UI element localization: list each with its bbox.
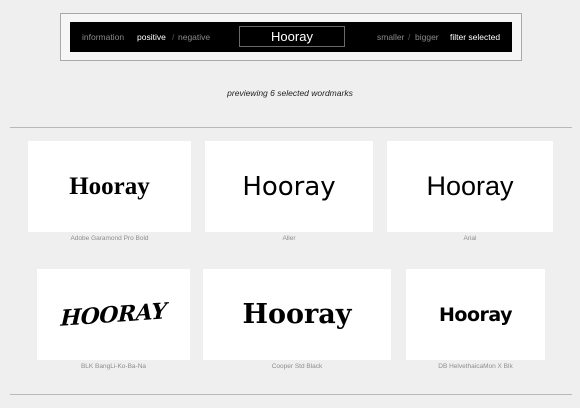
wordmark-sample: Hooray xyxy=(426,171,514,201)
wordmark-font-name: Cooper Std Black xyxy=(271,363,323,370)
wordmark-font-name: Arial xyxy=(463,235,477,242)
wordmark-sample: Hooray xyxy=(242,171,336,202)
bigger-button[interactable]: bigger xyxy=(415,32,439,42)
negative-toggle[interactable]: negative xyxy=(178,32,210,42)
wordmark-font-name: DB HelvethaicaMon X Blk xyxy=(438,363,513,370)
wordmark-font-name: Aller xyxy=(282,235,296,242)
preview-text-input[interactable]: Hooray xyxy=(239,26,345,47)
size-separator: / xyxy=(408,32,411,42)
wordmark-card[interactable]: Hooray xyxy=(387,141,553,232)
preview-toolbar: information positive / negative Hooray s… xyxy=(70,22,512,52)
preview-toolbar-frame: information positive / negative Hooray s… xyxy=(60,13,522,61)
smaller-button[interactable]: smaller xyxy=(377,32,404,42)
wordmark-sample: Hooray xyxy=(69,172,150,200)
wordmark-card[interactable]: Hooray xyxy=(406,269,545,360)
positive-toggle[interactable]: positive xyxy=(137,32,166,42)
wordmark-sample: Hooray xyxy=(242,299,352,330)
wordmark-card[interactable]: Hooray xyxy=(203,269,391,360)
wordmark-card[interactable]: HOORAY xyxy=(37,269,190,360)
wordmark-font-name: BLK BangLi-Ko-Ba-Na xyxy=(80,363,147,370)
top-divider xyxy=(10,127,572,128)
wordmark-card[interactable]: Hooray xyxy=(28,141,191,232)
preview-caption: previewing 6 selected wordmarks xyxy=(227,88,353,98)
information-link[interactable]: information xyxy=(82,32,124,42)
wordmark-font-name: Adobe Garamond Pro Bold xyxy=(70,235,149,242)
wordmark-sample: Hooray xyxy=(439,303,513,326)
bottom-divider xyxy=(10,394,572,395)
wordmark-card[interactable]: Hooray xyxy=(205,141,373,232)
toggle-separator: / xyxy=(172,32,175,42)
filter-selected-button[interactable]: filter selected xyxy=(450,32,500,42)
wordmark-sample: HOORAY xyxy=(60,297,167,332)
